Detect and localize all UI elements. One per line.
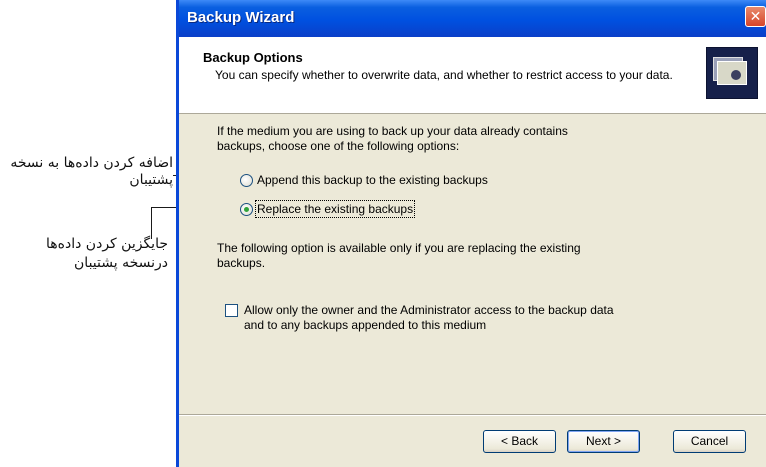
leader-line-replace-v — [151, 207, 152, 239]
annotation-append: اضافه کردن داده‌ها به نسخه پشتیبان — [10, 155, 173, 188]
intro-text: If the medium you are using to back up y… — [217, 124, 568, 153]
backup-media-icon — [706, 47, 758, 99]
page-title: Backup Options — [203, 50, 303, 65]
replace-radio[interactable] — [240, 202, 253, 216]
annotation-replace: جایگزین کردن داده‌ها درنسخه پشتیبان — [5, 235, 168, 273]
page-subtitle: You can specify whether to overwrite dat… — [215, 68, 673, 82]
annotation-replace-line2: درنسخه پشتیبان — [74, 255, 168, 271]
wizard-header: Backup Options You can specify whether t… — [179, 37, 766, 114]
footer-divider — [179, 414, 766, 415]
wizard-content: If the medium you are using to back up y… — [179, 114, 766, 415]
append-radio[interactable] — [240, 173, 253, 187]
restrict-access-option[interactable]: Allow only the owner and the Administrat… — [225, 303, 614, 333]
restrict-access-checkbox[interactable] — [225, 304, 238, 317]
title-bar[interactable]: Backup Wizard ✕ — [179, 0, 766, 37]
back-button[interactable]: < Back — [483, 430, 556, 453]
replace-option[interactable]: Replace the existing backups — [240, 200, 416, 218]
replace-info-text: The following option is available only i… — [217, 241, 581, 270]
annotation-replace-line1: جایگزین کردن داده‌ها — [46, 236, 168, 252]
append-option[interactable]: Append this backup to the existing backu… — [240, 171, 488, 189]
replace-label[interactable]: Replace the existing backups — [254, 200, 416, 218]
next-button[interactable]: Next > — [567, 430, 640, 453]
window-title: Backup Wizard — [187, 9, 295, 26]
close-button[interactable]: ✕ — [745, 6, 766, 27]
cancel-button[interactable]: Cancel — [673, 430, 746, 453]
append-label[interactable]: Append this backup to the existing backu… — [257, 173, 488, 187]
backup-wizard-window: Backup Wizard ✕ Backup Options You can s… — [176, 0, 766, 467]
restrict-access-label[interactable]: Allow only the owner and the Administrat… — [244, 303, 614, 333]
close-icon: ✕ — [749, 8, 762, 24]
